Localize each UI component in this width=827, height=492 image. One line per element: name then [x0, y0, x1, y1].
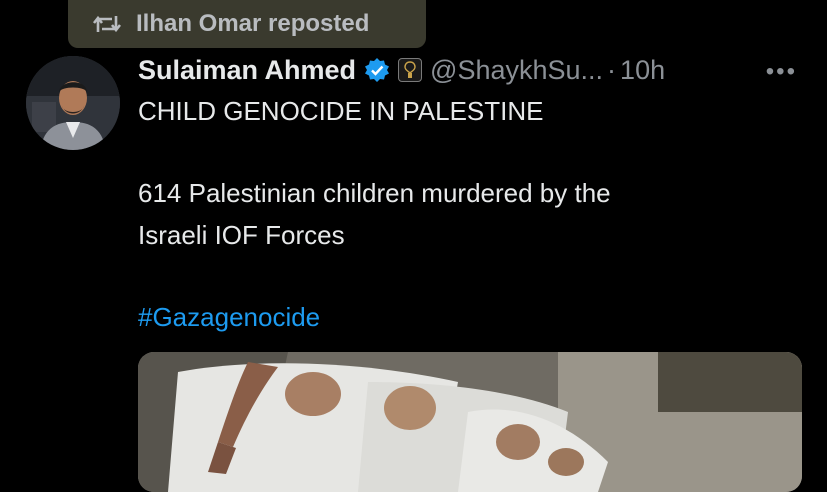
- post-header: Sulaiman Ahmed @ShaykhSu... · 10h: [138, 52, 807, 88]
- repost-label: Ilhan Omar reposted: [136, 10, 370, 37]
- post-text-line2: 614 Palestinian children murdered by the…: [138, 172, 798, 256]
- author-name[interactable]: Sulaiman Ahmed: [138, 55, 356, 86]
- post-text-line2b: Israeli IOF Forces: [138, 220, 345, 250]
- more-options-icon[interactable]: •••: [766, 58, 797, 86]
- verified-badge-icon: [365, 58, 390, 82]
- header-separator: ·: [607, 54, 617, 85]
- affiliation-badge-icon[interactable]: [398, 58, 423, 82]
- post-media-image[interactable]: [138, 352, 802, 492]
- post-text-line2a: 614 Palestinian children murdered by the: [138, 178, 611, 208]
- repost-icon: [92, 15, 122, 33]
- post-text-line1: CHILD GENOCIDE IN PALESTINE: [138, 96, 544, 126]
- hashtag-link[interactable]: #Gazagenocide: [138, 296, 798, 338]
- post-time[interactable]: 10h: [620, 55, 665, 86]
- avatar[interactable]: [26, 56, 120, 150]
- repost-banner[interactable]: Ilhan Omar reposted: [68, 0, 426, 48]
- media-photo: [138, 352, 802, 492]
- avatar-image: [26, 56, 120, 150]
- author-handle[interactable]: @ShaykhSu...: [430, 55, 603, 86]
